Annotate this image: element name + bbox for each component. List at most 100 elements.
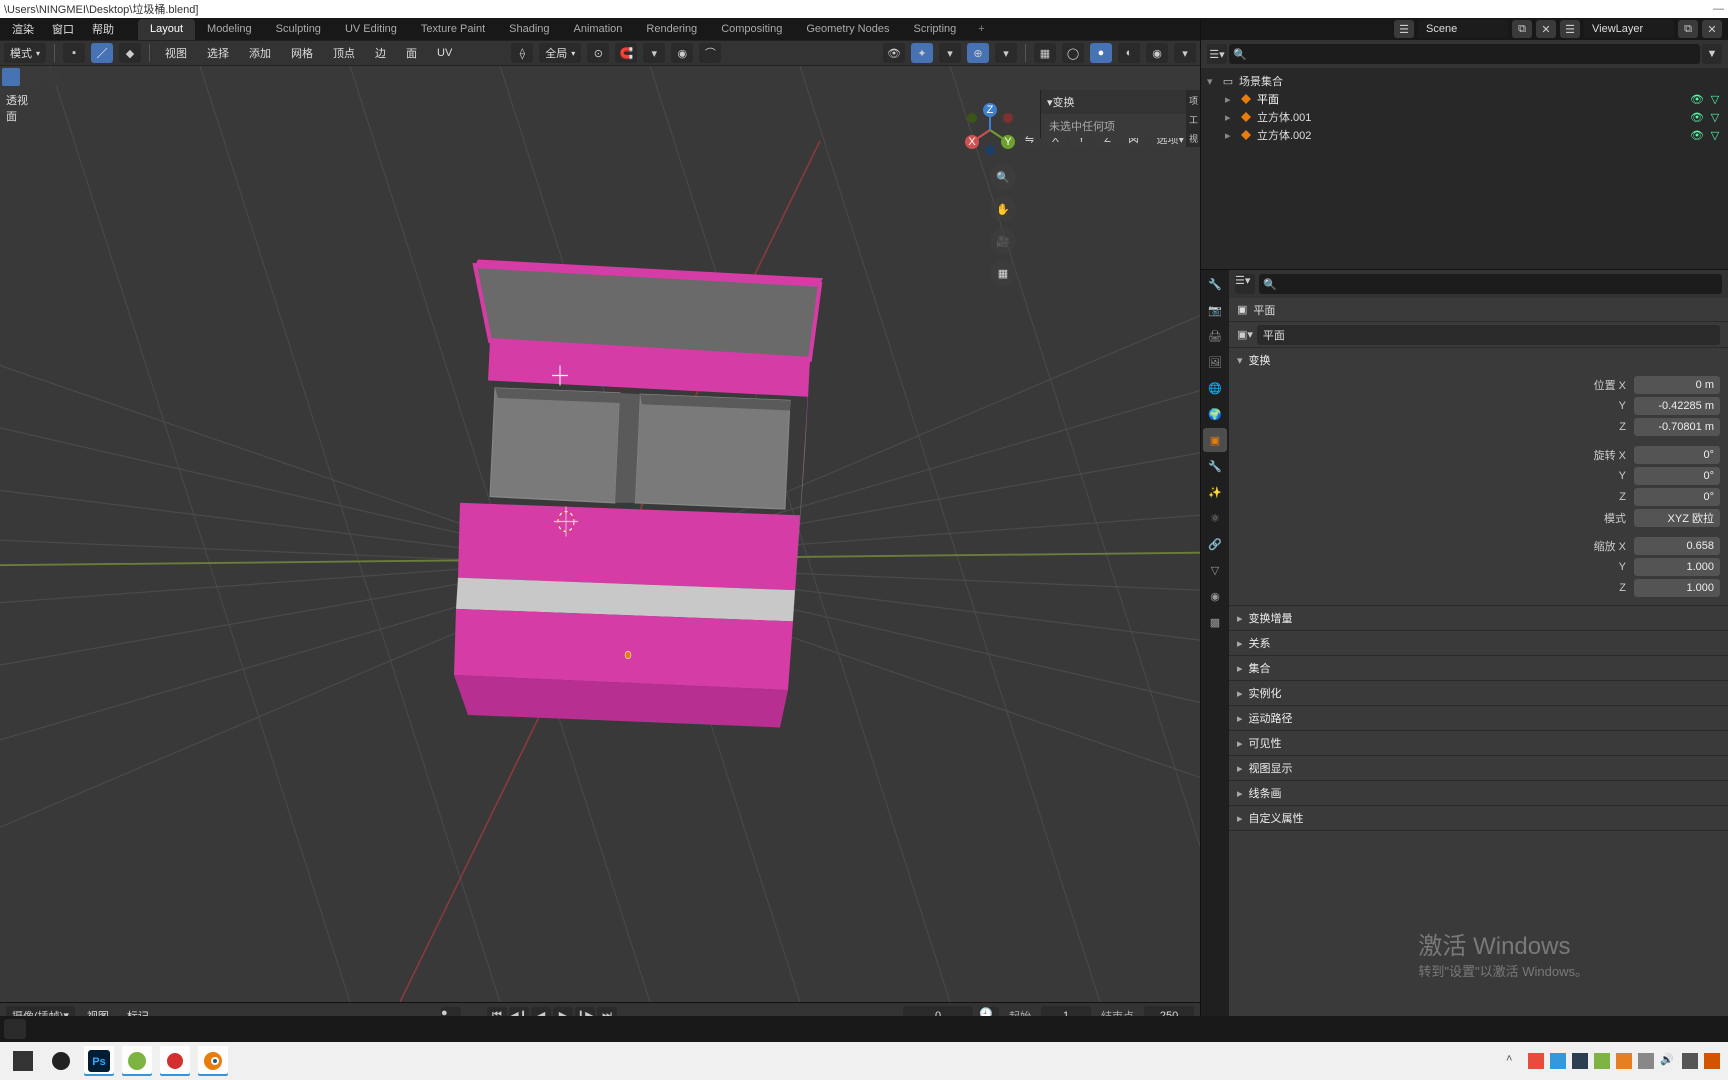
- viewlayer-browse-icon[interactable]: ☰: [1560, 20, 1580, 38]
- overlay-drop[interactable]: ▾: [995, 43, 1017, 63]
- viewport-3d[interactable]: ⇋ X Y Z ⋈ 选项 ▾ 透视 面: [0, 66, 1200, 1002]
- outliner-item-cube1[interactable]: ▸ 立方体.001 👁▽: [1203, 108, 1726, 126]
- overlay-button[interactable]: ⊕: [967, 43, 989, 63]
- tray-icon-2[interactable]: [1550, 1053, 1566, 1069]
- npanel-tab-view[interactable]: 视: [1186, 130, 1200, 147]
- prop-tab-modifier[interactable]: 🔧: [1203, 454, 1227, 478]
- tray-icon-8[interactable]: [1704, 1053, 1720, 1069]
- panel-visibility[interactable]: ▸可见性: [1229, 731, 1728, 755]
- orientation-button[interactable]: ⟠: [511, 43, 533, 63]
- prop-tab-output[interactable]: 🖨: [1203, 324, 1227, 348]
- taskbar-start[interactable]: [8, 1046, 38, 1076]
- mirror-icon[interactable]: ⇋: [1018, 129, 1040, 149]
- vp-menu-select[interactable]: 选择: [200, 43, 236, 63]
- loc-x-field[interactable]: 0 m: [1634, 376, 1720, 394]
- statusbar-icon[interactable]: [4, 1019, 26, 1039]
- tray-icon-5[interactable]: [1616, 1053, 1632, 1069]
- xray-button[interactable]: ▦: [1034, 43, 1056, 63]
- scale-x-field[interactable]: 0.658: [1634, 537, 1720, 555]
- snap-drop[interactable]: ▾: [643, 43, 665, 63]
- prop-tab-scene[interactable]: 🌐: [1203, 376, 1227, 400]
- orientation-dropdown[interactable]: 全局▾: [539, 43, 581, 63]
- vp-menu-add[interactable]: 添加: [242, 43, 278, 63]
- panel-collections[interactable]: ▸集合: [1229, 656, 1728, 680]
- propedit-button[interactable]: ◉: [671, 43, 693, 63]
- editor-type-3[interactable]: [42, 68, 60, 86]
- scale-y-field[interactable]: 1.000: [1634, 558, 1720, 576]
- camera-icon[interactable]: 🎥: [990, 228, 1016, 254]
- tab-uvediting[interactable]: UV Editing: [333, 19, 409, 40]
- eye-icon[interactable]: 👁: [1690, 111, 1704, 124]
- tab-animation[interactable]: Animation: [562, 19, 635, 40]
- vp-menu-view[interactable]: 视图: [158, 43, 194, 63]
- prop-tab-viewlayer[interactable]: 🖼: [1203, 350, 1227, 374]
- panel-delta[interactable]: ▸变换增量: [1229, 606, 1728, 630]
- tab-shading[interactable]: Shading: [497, 19, 561, 40]
- scene-browse-icon[interactable]: ☰: [1394, 20, 1414, 38]
- nav-gizmo[interactable]: X Y Z: [960, 100, 1020, 163]
- taskbar-photoshop[interactable]: Ps: [84, 1046, 114, 1076]
- panel-vpdisplay[interactable]: ▸视图显示: [1229, 756, 1728, 780]
- npanel-header[interactable]: ▾ 变换: [1041, 90, 1200, 114]
- tab-rendering[interactable]: Rendering: [634, 19, 709, 40]
- pan-icon[interactable]: ✋: [990, 196, 1016, 222]
- loc-y-field[interactable]: -0.42285 m: [1634, 397, 1720, 415]
- viewlayer-name[interactable]: ViewLayer: [1584, 20, 1674, 38]
- prop-tab-render[interactable]: 📷: [1203, 298, 1227, 322]
- panel-custom[interactable]: ▸自定义属性: [1229, 806, 1728, 830]
- shade-render[interactable]: ◉: [1146, 43, 1168, 63]
- panel-relations[interactable]: ▸关系: [1229, 631, 1728, 655]
- prop-tab-material[interactable]: ◉: [1203, 584, 1227, 608]
- prop-tab-physics[interactable]: ⚛: [1203, 506, 1227, 530]
- prop-editor-drop[interactable]: ☰▾: [1235, 274, 1255, 294]
- tray-up-icon[interactable]: ˄: [1506, 1053, 1522, 1069]
- rot-x-field[interactable]: 0°: [1634, 446, 1720, 464]
- pivot-button[interactable]: ⊙: [587, 43, 609, 63]
- prop-tab-data[interactable]: ▽: [1203, 558, 1227, 582]
- panel-motion[interactable]: ▸运动路径: [1229, 706, 1728, 730]
- eye-icon[interactable]: 👁: [1690, 93, 1704, 106]
- panel-lineart[interactable]: ▸线条画: [1229, 781, 1728, 805]
- scene-new-icon[interactable]: ⧉: [1512, 20, 1532, 38]
- npanel-tab-tool[interactable]: 工: [1186, 111, 1200, 128]
- tray-icon-4[interactable]: [1594, 1053, 1610, 1069]
- datablock-name[interactable]: 平面: [1257, 325, 1720, 345]
- outliner-item-cube2[interactable]: ▸ 立方体.002 👁▽: [1203, 126, 1726, 144]
- tray-icon-1[interactable]: [1528, 1053, 1544, 1069]
- panel-instancing[interactable]: ▸实例化: [1229, 681, 1728, 705]
- shade-solid[interactable]: ●: [1090, 43, 1112, 63]
- eye-icon[interactable]: 👁: [1690, 129, 1704, 142]
- panel-transform-header[interactable]: ▾变换: [1229, 348, 1728, 372]
- taskbar-record[interactable]: [160, 1046, 190, 1076]
- tray-icon-3[interactable]: [1572, 1053, 1588, 1069]
- vp-menu-face[interactable]: 面: [399, 43, 424, 63]
- window-minimize[interactable]: —: [1713, 3, 1724, 15]
- shade-wire[interactable]: ◯: [1062, 43, 1084, 63]
- outliner-mode-drop[interactable]: ☰▾: [1207, 44, 1227, 64]
- menu-help[interactable]: 帮助: [84, 19, 122, 39]
- shade-drop[interactable]: ▾: [1174, 43, 1196, 63]
- prop-tab-world[interactable]: 🌍: [1203, 402, 1227, 426]
- outliner-search[interactable]: 🔍: [1229, 44, 1700, 64]
- tab-texturepaint[interactable]: Texture Paint: [409, 19, 497, 40]
- ortho-icon[interactable]: ▦: [990, 260, 1016, 286]
- outliner-item-plane[interactable]: ▸ 平面 👁▽: [1203, 90, 1726, 108]
- rotmode-field[interactable]: XYZ 欧拉: [1634, 509, 1720, 527]
- tray-icon-6[interactable]: [1638, 1053, 1654, 1069]
- taskbar-blender[interactable]: [198, 1046, 228, 1076]
- menu-window[interactable]: 窗口: [44, 19, 82, 39]
- gizmo-drop[interactable]: ▾: [939, 43, 961, 63]
- tab-compositing[interactable]: Compositing: [709, 19, 794, 40]
- propedit-drop[interactable]: ⌒: [699, 43, 721, 63]
- menu-render[interactable]: 渲染: [4, 19, 42, 39]
- mode-dropdown[interactable]: 模式▾: [4, 43, 46, 63]
- prop-tab-texture[interactable]: ▩: [1203, 610, 1227, 634]
- viewlayer-new-icon[interactable]: ⧉: [1678, 20, 1698, 38]
- tab-sculpting[interactable]: Sculpting: [264, 19, 333, 40]
- gizmo-button[interactable]: ✦: [911, 43, 933, 63]
- prop-tab-constraint[interactable]: 🔗: [1203, 532, 1227, 556]
- vp-menu-mesh[interactable]: 网格: [284, 43, 320, 63]
- select-edge-mode[interactable]: ／: [91, 43, 113, 63]
- vp-menu-vertex[interactable]: 顶点: [326, 43, 362, 63]
- properties-search[interactable]: 🔍: [1259, 274, 1722, 294]
